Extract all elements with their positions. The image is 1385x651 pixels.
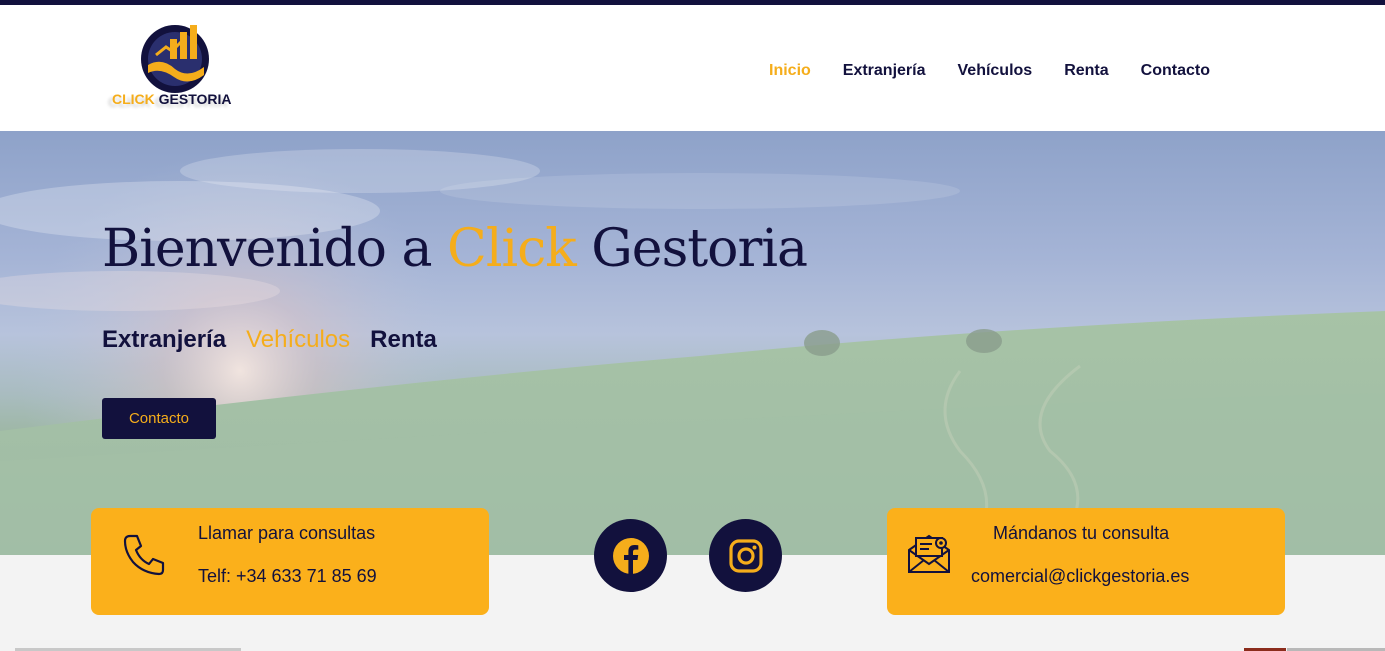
email-card-address[interactable]: comercial@clickgestoria.es: [971, 566, 1189, 587]
hero-title-prefix: Bienvenido a: [102, 219, 448, 279]
phone-card-title: Llamar para consultas: [198, 523, 376, 543]
phone-contact-card[interactable]: Llamar para consultas Telf: +34 633 71 8…: [91, 508, 489, 615]
phone-card-number[interactable]: Telf: +34 633 71 85 69: [198, 566, 377, 587]
hero-title-suffix: Gestoria: [575, 219, 808, 279]
instagram-link[interactable]: [709, 519, 782, 592]
facebook-icon: [612, 537, 649, 574]
hero-service-renta: Renta: [370, 326, 437, 353]
main-nav: Inicio Extranjería Vehículos Renta Conta…: [769, 62, 1242, 80]
nav-item-renta[interactable]: Renta: [1064, 62, 1108, 80]
envelope-icon: [908, 534, 950, 573]
email-card-title: Mándanos tu consulta: [993, 523, 1170, 543]
phone-icon: [123, 534, 165, 576]
nav-item-inicio[interactable]: Inicio: [769, 62, 811, 80]
nav-item-extranjeria[interactable]: Extranjería: [843, 62, 926, 80]
email-contact-card[interactable]: Mándanos tu consulta comercial@clickgest…: [887, 508, 1285, 615]
facebook-link[interactable]: [594, 519, 667, 592]
site-header: CLICK GESTORIA Inicio Extranjería Vehícu…: [0, 5, 1385, 131]
logo-word-gestoria: GESTORIA: [158, 91, 232, 107]
nav-item-vehiculos[interactable]: Vehículos: [958, 62, 1033, 80]
logo-word-click: CLICK: [112, 91, 155, 107]
hero-service-extranjeria: Extranjería: [102, 326, 227, 353]
hero-contact-button[interactable]: Contacto: [102, 398, 216, 439]
hero-title: Bienvenido a Click Gestoria: [102, 219, 808, 279]
hero-services-list: Extranjería Vehículos Renta: [102, 326, 437, 354]
instagram-icon: [728, 538, 763, 573]
nav-item-contacto[interactable]: Contacto: [1141, 62, 1210, 80]
hero-banner: Bienvenido a Click Gestoria Extranjería …: [0, 131, 1385, 555]
hero-title-highlight: Click: [447, 219, 577, 279]
hero-service-vehiculos: Vehículos: [246, 326, 351, 353]
logo-wordmark: CLICK GESTORIA: [112, 91, 232, 107]
